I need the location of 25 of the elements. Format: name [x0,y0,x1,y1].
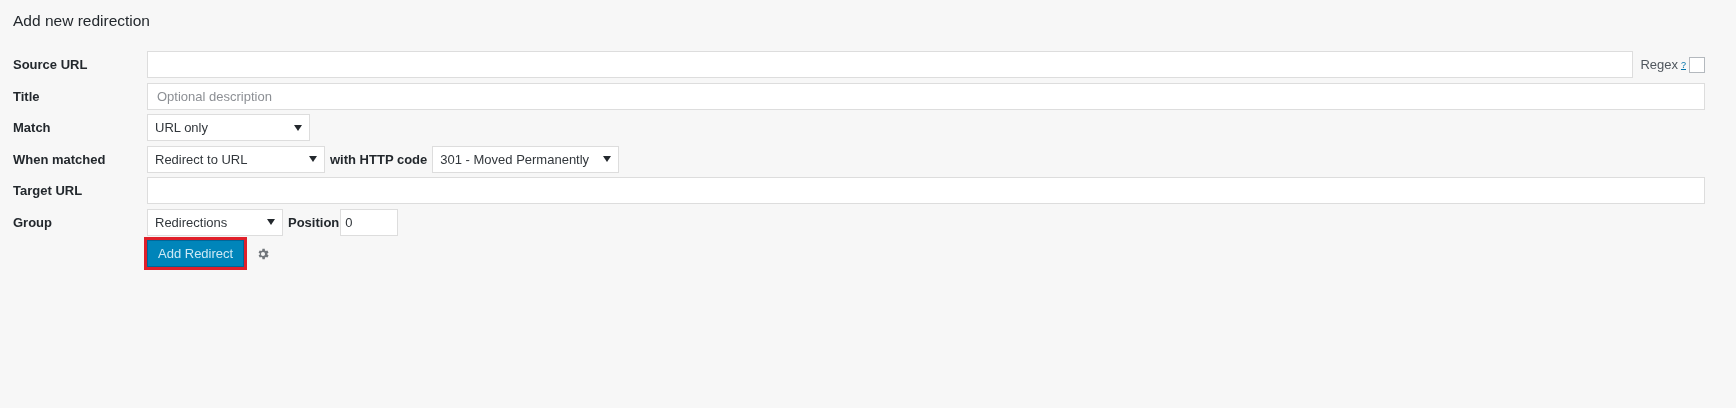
select-dropdown[interactable]: URL only [147,114,310,141]
caret-icon [267,219,275,225]
field-label: Group [13,214,53,230]
field-label: When matched [13,151,107,167]
section-heading: Add new redirection [13,11,151,31]
field-label: Target URL [13,183,84,198]
select-dropdown[interactable]: Redirect to URL [147,145,325,173]
field-label: Position [288,214,340,230]
select-dropdown[interactable]: 301 - Moved Permanently [432,145,620,173]
regex-label: Regex [1640,57,1678,72]
field-label: with HTTP code [330,151,428,167]
caret-icon [294,124,302,131]
text-field[interactable] [147,51,1634,78]
settings-icon[interactable] [256,246,271,261]
regex-checkbox[interactable] [1689,56,1705,73]
text-field[interactable] [147,177,1705,204]
caret-icon [309,156,317,162]
text-field[interactable]: Optional description [147,82,1705,110]
position-field[interactable]: 0 [340,208,399,236]
field-label: Title [13,88,41,104]
field-label: Match [13,120,52,135]
select-dropdown[interactable]: Redirections [147,208,283,236]
caret-icon [603,156,612,162]
field-label: Source URL [13,57,89,72]
help-link[interactable]: ? [1681,59,1686,70]
